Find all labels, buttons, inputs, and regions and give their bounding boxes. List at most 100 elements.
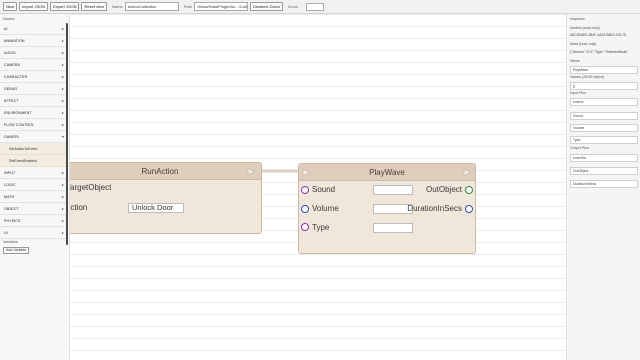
category-audio[interactable]: AUDIO ▸ bbox=[0, 47, 68, 59]
values-input[interactable]: {} bbox=[570, 82, 638, 90]
sidebar-item-seteventenabled[interactable]: SetEventEnabled bbox=[0, 155, 68, 167]
inspector-panel: Inspector NodeId (read-only) A6C3D6E9-1B… bbox=[566, 14, 640, 360]
category-physics[interactable]: PHYSICS ▸ bbox=[0, 215, 68, 227]
sidebar-scrollbar[interactable] bbox=[66, 23, 68, 245]
category-label: FLOW CONTROL bbox=[4, 123, 35, 127]
durationinsecs-output-pin[interactable] bbox=[465, 205, 473, 213]
category-effect[interactable]: EFFECT ▸ bbox=[0, 95, 68, 107]
chevron-right-icon: ▸ bbox=[61, 122, 64, 127]
category-label: CHARACTER bbox=[4, 75, 28, 79]
sound-input-pin[interactable] bbox=[301, 186, 309, 194]
node-library-sidebar: Nodes AI ▸ ANIMATION ▸ AUDIO ▸ CAMERA ▸ CHAR… bbox=[0, 14, 70, 360]
new-button[interactable]: New bbox=[3, 2, 18, 11]
zoom-field[interactable] bbox=[306, 2, 325, 11]
node-header[interactable]: PlayWave bbox=[299, 164, 475, 181]
node-title: PlayWave bbox=[369, 168, 405, 177]
deselect-zoom-button[interactable]: Deselect Zoom bbox=[249, 2, 283, 11]
sound-value-field[interactable] bbox=[373, 185, 413, 195]
zoom-label: Zoom bbox=[287, 4, 299, 9]
graph-canvas[interactable]: RunAction TargetObject Action Unlock Doo… bbox=[70, 14, 566, 360]
category-label: AI bbox=[4, 27, 8, 31]
action-value-field[interactable]: Unlock Door bbox=[128, 203, 184, 213]
category-label: DEBUG bbox=[4, 87, 18, 91]
add-variable-button[interactable]: Add Variable bbox=[3, 247, 30, 254]
reset-view-button[interactable]: Reset view bbox=[81, 2, 108, 11]
category-environment[interactable]: ENVIRONMENT ▸ bbox=[0, 107, 68, 119]
chevron-right-icon: ▸ bbox=[61, 38, 64, 43]
category-label: UI bbox=[4, 231, 8, 235]
category-label: OBJECT bbox=[4, 207, 19, 211]
name-label: Name bbox=[570, 59, 580, 63]
collection-name-input[interactable]: ActionCollection bbox=[124, 2, 179, 11]
type-value-field[interactable] bbox=[373, 223, 413, 233]
category-camera[interactable]: CAMERA ▸ bbox=[0, 59, 68, 71]
category-label: ANIMATION bbox=[4, 39, 25, 43]
node-runaction[interactable]: RunAction TargetObject Action Unlock Doo… bbox=[70, 162, 262, 234]
chevron-down-icon: ▾ bbox=[61, 134, 64, 139]
category-label: CAMERA bbox=[4, 63, 20, 67]
sidebar-title: Nodes bbox=[3, 16, 15, 21]
name-input[interactable]: PlayWave bbox=[570, 66, 638, 74]
chevron-right-icon: ▸ bbox=[61, 170, 64, 175]
variables-label: Variables bbox=[3, 240, 18, 244]
category-math[interactable]: MATH ▸ bbox=[0, 191, 68, 203]
exec-in-arrow-icon[interactable] bbox=[302, 168, 312, 177]
pin-label-type: Type bbox=[312, 223, 330, 232]
pin-label-outobject: OutObject bbox=[425, 185, 462, 194]
pin-label-sound: Sound bbox=[312, 185, 336, 194]
output-pin-durationinsecs[interactable]: DurationInSecs bbox=[570, 180, 638, 188]
pin-label-durationinsecs: DurationInSecs bbox=[407, 204, 462, 213]
category-input[interactable]: INPUT ▸ bbox=[0, 167, 68, 179]
chevron-right-icon: ▸ bbox=[61, 206, 64, 211]
outobject-output-pin[interactable] bbox=[465, 186, 473, 194]
chevron-right-icon: ▸ bbox=[61, 50, 64, 55]
category-flow-control[interactable]: FLOW CONTROL ▸ bbox=[0, 119, 68, 131]
category-debug[interactable]: DEBUG ▸ bbox=[0, 83, 68, 95]
chevron-right-icon: ▸ bbox=[61, 110, 64, 115]
category-label: INPUT bbox=[4, 171, 16, 175]
input-pin-sound[interactable]: Sound bbox=[570, 112, 638, 120]
pin-label-targetobject: TargetObject bbox=[70, 183, 112, 192]
output-pin-outobject[interactable]: OutObject bbox=[570, 167, 638, 175]
pin-label-action: Action bbox=[70, 203, 88, 212]
toolbar: New Import JSON Export JSON Reset view N… bbox=[0, 0, 640, 14]
pin-label-volume: Volume bbox=[312, 204, 339, 213]
category-label: AUDIO bbox=[4, 51, 16, 55]
sidebar-item-setactiontoevent[interactable]: SetActionToEvent bbox=[0, 143, 68, 155]
category-object[interactable]: OBJECT ▸ bbox=[0, 203, 68, 215]
path-label: Path bbox=[183, 4, 192, 9]
category-label: PHYSICS bbox=[4, 219, 21, 223]
chevron-right-icon: ▸ bbox=[61, 26, 64, 31]
chevron-right-icon: ▸ bbox=[61, 218, 64, 223]
input-pin-type[interactable]: Type bbox=[570, 136, 638, 144]
chevron-right-icon: ▸ bbox=[61, 98, 64, 103]
category-character[interactable]: CHARACTER ▸ bbox=[0, 71, 68, 83]
input-pin-volume[interactable]: Volume bbox=[570, 124, 638, 132]
node-id-label: NodeId (read-only) bbox=[570, 26, 600, 30]
meta-value: {"Version":"0.0","Type":"SelectedNode" bbox=[570, 50, 629, 54]
input-pin-innerin[interactable]: InnerIn bbox=[570, 98, 638, 106]
node-title: RunAction bbox=[141, 167, 179, 176]
type-input-pin[interactable] bbox=[301, 223, 309, 231]
name-label: Name bbox=[112, 4, 123, 9]
input-pins-label: Input Pins bbox=[570, 91, 586, 95]
category-ui[interactable]: UI ▸ bbox=[0, 227, 68, 239]
volume-input-pin[interactable] bbox=[301, 205, 309, 213]
category-logic[interactable]: LOGIC ▸ bbox=[0, 179, 68, 191]
path-input[interactable]: Views/Data/Plugin/Ac.../Collecting bbox=[193, 2, 248, 11]
category-label: LOGIC bbox=[4, 183, 16, 187]
export-json-button[interactable]: Export JSON bbox=[50, 2, 80, 11]
node-playwave[interactable]: PlayWave Sound Volume Type OutObject Dur… bbox=[298, 163, 476, 254]
import-json-button[interactable]: Import JSON bbox=[19, 2, 49, 11]
exec-out-arrow-icon[interactable] bbox=[463, 168, 473, 177]
chevron-right-icon: ▸ bbox=[61, 194, 64, 199]
chevron-right-icon: ▸ bbox=[61, 230, 64, 235]
exec-out-arrow-icon[interactable] bbox=[247, 167, 257, 176]
output-pin-innerout[interactable]: InnerOut bbox=[570, 154, 638, 162]
node-header[interactable]: RunAction bbox=[70, 163, 261, 180]
chevron-right-icon: ▸ bbox=[61, 86, 64, 91]
category-gameplay[interactable]: GAMEPL ▾ bbox=[0, 131, 68, 143]
values-label: Values (JSON object) bbox=[570, 75, 605, 79]
category-ai[interactable]: AI ▸ bbox=[0, 23, 68, 35]
category-animation[interactable]: ANIMATION ▸ bbox=[0, 35, 68, 47]
